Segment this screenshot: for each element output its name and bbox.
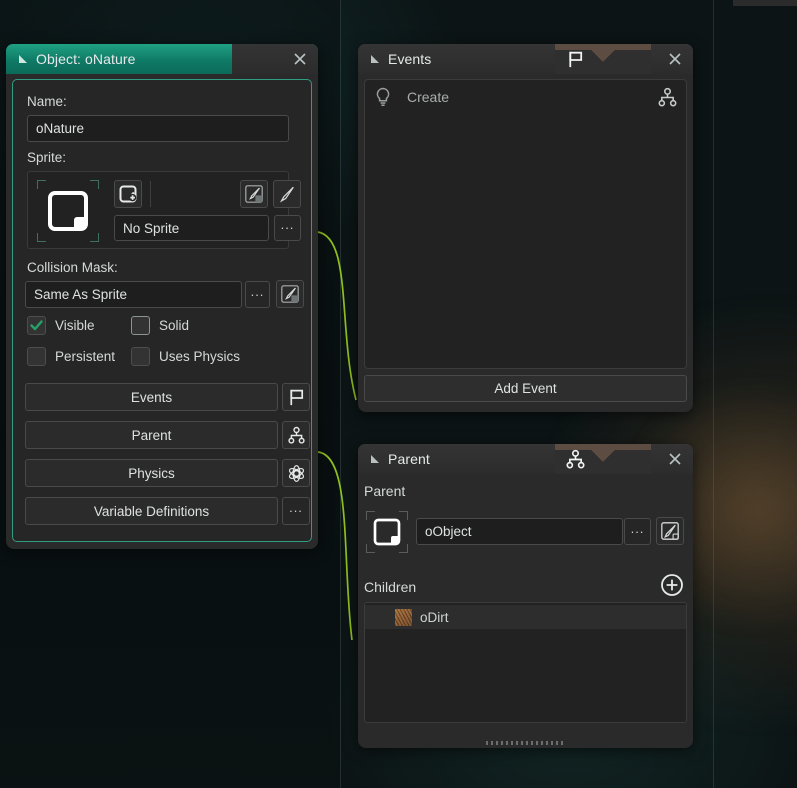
checkbox-visible[interactable]: Visible [27, 316, 95, 335]
child-item-label: oDirt [420, 610, 449, 625]
collision-mask-label: Collision Mask: [27, 260, 118, 275]
parent-object-preview[interactable] [366, 511, 408, 553]
flag-icon [287, 388, 306, 407]
plus-circle-icon[interactable] [660, 573, 684, 597]
sprite-name-field[interactable]: No Sprite [114, 215, 269, 241]
hierarchy-icon [287, 426, 306, 445]
flag-icon [566, 50, 585, 69]
event-item-label: Create [407, 89, 449, 105]
children-section-label: Children [364, 579, 416, 595]
collision-mask-field[interactable]: Same As Sprite [25, 281, 242, 308]
checkbox-persistent-label: Persistent [55, 349, 115, 364]
edit-sprite-brush-icon [244, 184, 264, 204]
parent-object-field[interactable]: oObject [416, 518, 623, 545]
edit-mask-brush-icon [280, 284, 300, 304]
checkbox-visible-box[interactable] [27, 316, 46, 335]
sprite-toolbar-divider [150, 181, 151, 207]
checkbox-uses-physics-label: Uses Physics [159, 349, 240, 364]
hierarchy-icon [565, 449, 586, 470]
object-placeholder-icon [371, 516, 403, 548]
events-button-icon-box[interactable] [282, 383, 310, 411]
name-input[interactable]: oNature [27, 115, 289, 142]
object-panel-inner: Name: oNature Sprite: [12, 79, 312, 542]
events-panel-titlebar[interactable]: Events [358, 44, 693, 74]
variable-definitions-button[interactable]: Variable Definitions [25, 497, 278, 525]
close-icon[interactable] [292, 51, 308, 67]
child-item-odirt[interactable]: oDirt [365, 605, 686, 629]
events-panel-body: Create Add Event [358, 74, 693, 412]
parent-button-icon-box[interactable] [282, 421, 310, 449]
close-icon[interactable] [667, 451, 683, 467]
children-list[interactable]: oDirt [364, 602, 687, 723]
checkbox-persistent-box[interactable] [27, 347, 46, 366]
paint-brush-icon [277, 184, 297, 204]
atom-icon [287, 464, 306, 483]
parent-button[interactable]: Parent [25, 421, 278, 449]
physics-button-icon-box[interactable] [282, 459, 310, 487]
event-item-create[interactable]: Create [365, 82, 686, 112]
parent-object-edit-button[interactable] [656, 517, 684, 545]
collision-mask-edit-button[interactable] [276, 280, 304, 308]
add-event-button[interactable]: Add Event [364, 375, 687, 402]
checkbox-solid-box[interactable] [131, 316, 150, 335]
checkbox-solid-label: Solid [159, 318, 189, 333]
hierarchy-icon[interactable] [657, 87, 678, 108]
events-button[interactable]: Events [25, 383, 278, 411]
parent-panel-body: Parent oObject ... [358, 474, 693, 748]
events-panel: Events Create [358, 44, 693, 412]
physics-button[interactable]: Physics [25, 459, 278, 487]
collapse-triangle-icon[interactable] [370, 454, 380, 464]
checkbox-uses-physics-box[interactable] [131, 347, 150, 366]
checkbox-uses-physics[interactable]: Uses Physics [131, 347, 240, 366]
name-label: Name: [27, 94, 67, 109]
close-icon[interactable] [667, 51, 683, 67]
parent-panel: Parent Parent [358, 444, 693, 748]
object-editor-panel: Object: oNature Name: oNature Sprite: [6, 44, 318, 549]
sprite-preview[interactable] [37, 180, 99, 242]
sprite-menu-button[interactable]: ... [274, 215, 301, 241]
workspace-divider-left [340, 0, 341, 788]
new-sprite-icon [118, 184, 138, 204]
new-sprite-button[interactable] [114, 180, 142, 208]
object-panel-titlebar[interactable]: Object: oNature [6, 44, 318, 74]
dirt-sprite-icon [395, 609, 412, 626]
checkbox-visible-label: Visible [55, 318, 95, 333]
object-panel-body: Name: oNature Sprite: [6, 74, 318, 549]
parent-panel-titlebar[interactable]: Parent [358, 444, 693, 474]
object-panel-title: Object: oNature [36, 51, 136, 67]
sprite-placeholder-icon [44, 187, 92, 235]
parent-panel-title: Parent [388, 451, 430, 467]
events-list[interactable]: Create [364, 79, 687, 369]
variable-definitions-menu-button[interactable]: ... [282, 497, 310, 525]
lightbulb-icon [373, 86, 393, 108]
edit-pencil-icon [660, 521, 680, 541]
collapse-triangle-icon[interactable] [18, 54, 28, 64]
app-root: Object: oNature Name: oNature Sprite: [0, 0, 797, 788]
panel-resize-grip[interactable] [486, 741, 566, 745]
checkbox-solid[interactable]: Solid [131, 316, 189, 335]
paint-sprite-button[interactable] [273, 180, 301, 208]
edit-sprite-button[interactable] [240, 180, 268, 208]
check-icon [29, 318, 44, 333]
sprite-section: No Sprite ... [27, 171, 289, 249]
checkbox-persistent[interactable]: Persistent [27, 347, 115, 366]
offscreen-panel-fragment [733, 0, 797, 6]
parent-object-menu-button[interactable]: ... [624, 518, 651, 545]
parent-section-label: Parent [364, 483, 405, 499]
collision-mask-menu-button[interactable]: ... [245, 281, 270, 308]
sprite-label: Sprite: [27, 150, 66, 165]
workspace-divider-right [713, 0, 714, 788]
events-panel-title: Events [388, 51, 431, 67]
collapse-triangle-icon[interactable] [370, 54, 380, 64]
